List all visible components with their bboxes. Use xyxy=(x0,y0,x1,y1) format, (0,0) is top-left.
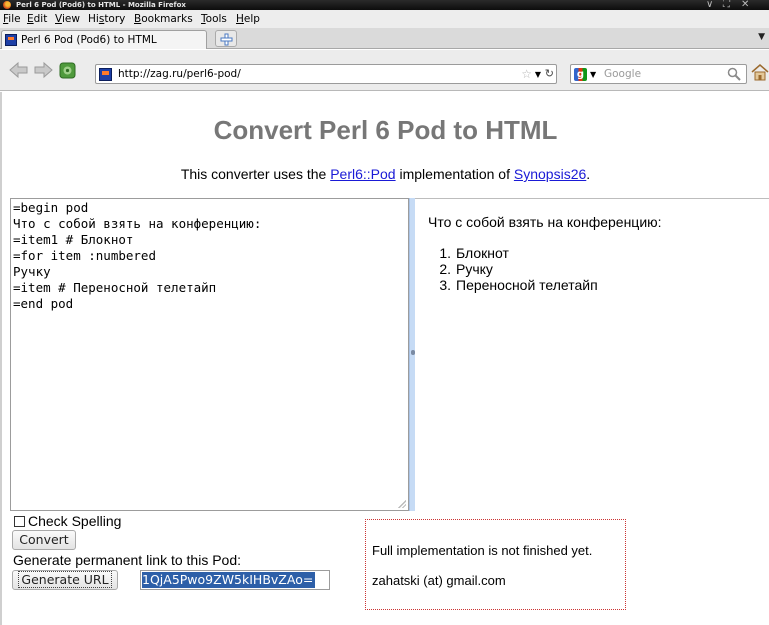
check-spelling-label[interactable]: Check Spelling xyxy=(28,513,121,529)
list-item: 3. Переносной телетайп xyxy=(439,277,598,293)
permalink-field[interactable]: 1QjA5Pwo9ZW5kIHBvZAo= xyxy=(140,570,330,590)
perl6-pod-link[interactable]: Perl6::Pod xyxy=(330,166,395,182)
tab-bar: Perl 6 Pod (Pod6) to HTML ▼ xyxy=(0,28,769,49)
menu-help[interactable]: Help xyxy=(236,13,260,25)
firefox-icon xyxy=(3,1,11,9)
preview-paragraph: Что с собой взять на конференцию: xyxy=(428,214,662,230)
permalink-label: Generate permanent link to this Pod: xyxy=(13,552,242,568)
intro-middle: implementation of xyxy=(395,166,514,182)
convert-button[interactable]: Convert xyxy=(12,530,76,550)
synopsis26-link[interactable]: Synopsis26 xyxy=(514,166,586,182)
magnifier-icon[interactable] xyxy=(727,67,741,81)
menu-history[interactable]: History xyxy=(88,13,125,25)
permalink-value[interactable]: 1QjA5Pwo9ZW5kIHBvZAo= xyxy=(142,572,316,588)
menu-bar: File Edit View History Bookmarks Tools H… xyxy=(0,10,769,28)
stop-icon[interactable] xyxy=(58,60,78,80)
list-item: 2. Ручку xyxy=(439,261,493,277)
tab-perl6-pod[interactable]: Perl 6 Pod (Pod6) to HTML xyxy=(1,30,207,49)
intro-text: This converter uses the Perl6::Pod imple… xyxy=(2,165,769,183)
tab-list-chevron-icon[interactable]: ▼ xyxy=(758,32,765,42)
notice-status-text: Full implementation is not finished yet. xyxy=(372,543,593,558)
window-titlebar: Perl 6 Pod (Pod6) to HTML - Mozilla Fire… xyxy=(0,0,769,10)
status-notice-box: Full implementation is not finished yet.… xyxy=(365,519,626,610)
search-placeholder: Google xyxy=(604,68,642,80)
intro-before: This converter uses the xyxy=(180,166,331,182)
search-bar[interactable]: g ▼ Google xyxy=(570,64,747,84)
address-bar[interactable]: http://zag.ru/perl6-pod/ ☆ ▼ ↻ xyxy=(95,64,557,84)
menu-file[interactable]: File xyxy=(3,13,21,25)
preview-numbered-list: 1. Блокнот 2. Ручку 3. Переносной телетайп xyxy=(428,245,598,293)
generate-url-label[interactable]: Generate URL xyxy=(18,571,112,588)
google-engine-icon[interactable]: g xyxy=(574,68,587,81)
page-content: Convert Perl 6 Pod to HTML This converte… xyxy=(2,92,769,625)
url-history-chevron-icon[interactable]: ▼ xyxy=(535,67,541,83)
url-text[interactable]: http://zag.ru/perl6-pod/ xyxy=(118,68,241,81)
bookmark-star-icon[interactable]: ☆ xyxy=(521,66,532,82)
home-icon[interactable] xyxy=(751,62,769,82)
menu-view[interactable]: View xyxy=(55,13,80,25)
intro-after: . xyxy=(586,166,591,182)
window-title: Perl 6 Pod (Pod6) to HTML - Mozilla Fire… xyxy=(16,1,186,9)
reload-icon[interactable]: ↻ xyxy=(545,67,554,81)
search-engine-chevron-icon[interactable]: ▼ xyxy=(590,67,596,83)
generate-url-button[interactable]: Generate URL xyxy=(12,570,118,590)
check-spelling-option[interactable]: Check Spelling xyxy=(14,513,121,529)
menu-bookmarks[interactable]: Bookmarks xyxy=(134,13,193,25)
forward-arrow-icon[interactable] xyxy=(32,60,54,80)
back-arrow-icon[interactable] xyxy=(8,60,30,80)
plus-icon xyxy=(220,33,233,46)
site-identity-icon[interactable] xyxy=(99,68,112,81)
notice-contact-text: zahatski (at) gmail.com xyxy=(372,573,506,588)
site-favicon-icon xyxy=(5,34,17,46)
resize-grip-icon[interactable] xyxy=(398,500,406,508)
page-title: Convert Perl 6 Pod to HTML xyxy=(213,115,558,145)
navigation-toolbar: http://zag.ru/perl6-pod/ ☆ ▼ ↻ g ▼ Googl… xyxy=(0,50,769,91)
new-tab-button[interactable] xyxy=(215,30,237,47)
html-preview-pane: Что с собой взять на конференцию: 1. Блок… xyxy=(415,198,769,511)
menu-tools[interactable]: Tools xyxy=(201,13,227,25)
pod-source-textarea[interactable]: =begin pod Что с собой взять на конферен… xyxy=(10,198,409,511)
menu-edit[interactable]: Edit xyxy=(27,13,47,25)
check-spelling-checkbox[interactable] xyxy=(14,516,25,527)
list-item: 1. Блокнот xyxy=(439,245,509,261)
tab-title: Perl 6 Pod (Pod6) to HTML xyxy=(21,34,157,46)
pod-source-text[interactable]: =begin pod Что с собой взять на конферен… xyxy=(13,200,261,311)
